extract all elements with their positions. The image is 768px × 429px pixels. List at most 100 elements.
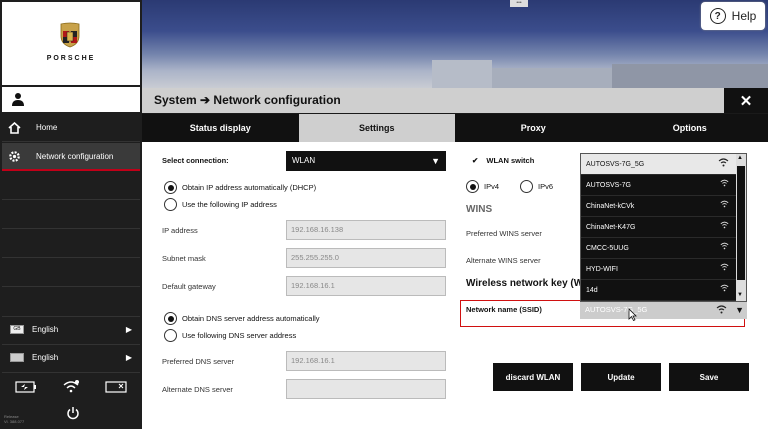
ssid-option-label: AUTOSVS-7G_5G: [586, 161, 645, 168]
scroll-up-icon[interactable]: ▲: [737, 155, 743, 161]
porsche-crest-icon: [60, 22, 80, 48]
vci-device-icon[interactable]: [105, 380, 127, 393]
ssid-option[interactable]: HYD-WIFI: [581, 259, 737, 280]
ip-manual-radio[interactable]: [164, 198, 177, 211]
wins-heading: WINS: [466, 204, 493, 215]
save-button[interactable]: Save: [669, 363, 749, 391]
ipv6-radio[interactable]: [520, 180, 533, 193]
page-title: System ➔ Network configuration: [154, 93, 341, 107]
porsche-logo: PORSCHE: [2, 2, 140, 85]
ssid-option-label: ChinaNet-K47G: [586, 224, 636, 231]
close-button[interactable]: ✕: [724, 88, 768, 113]
ip-auto-label: Obtain IP address automatically (DHCP): [182, 183, 317, 192]
ssid-option[interactable]: CMCC-5UUG: [581, 238, 737, 259]
sidebar: PORSCHE Home Network configuration GB En…: [0, 0, 142, 429]
help-button[interactable]: ? Help: [701, 2, 765, 30]
ssid-option-label: 14d: [586, 287, 598, 294]
dns-auto-radio[interactable]: [164, 312, 177, 325]
sidebar-item-network-configuration[interactable]: Network configuration: [2, 143, 140, 171]
subnet-mask-field[interactable]: 255.255.255.0: [286, 248, 446, 268]
tab-options[interactable]: Options: [612, 114, 768, 142]
subnet-mask-label: Subnet mask: [162, 254, 206, 263]
mouse-cursor-icon: [628, 308, 637, 321]
wifi-icon: [718, 158, 729, 167]
ipv6-label: IPv6: [538, 182, 554, 191]
chevron-down-icon: ▼: [735, 305, 744, 315]
logo-wordmark: PORSCHE: [46, 55, 96, 62]
wlan-switch-label: WLAN switch: [486, 156, 535, 165]
ssid-option[interactable]: AUTOSVS-7G: [581, 175, 737, 196]
tab-settings[interactable]: Settings: [298, 114, 455, 142]
alternate-dns-label: Alternate DNS server: [162, 385, 233, 394]
ipv4-radio[interactable]: [466, 180, 479, 193]
ssid-dropdown-list: AUTOSVS-7G_5G AUTOSVS-7G ChinaNet-kCVk C…: [580, 153, 747, 302]
wireless-key-label: Wireless network key (W: [466, 278, 584, 289]
ipv4-label: IPv4: [484, 182, 500, 191]
ssid-option[interactable]: AUTOSVS-7G_5G: [581, 154, 737, 175]
preferred-dns-field[interactable]: 192.168.16.1: [286, 351, 446, 371]
wifi-icon[interactable]: [62, 380, 80, 393]
keyboard-language-label: English: [32, 353, 59, 362]
connection-value: WLAN: [292, 156, 316, 165]
wlan-switch-checkbox[interactable]: ✔ WLAN switch: [472, 156, 534, 165]
tab-status-display[interactable]: Status display: [142, 114, 299, 142]
ssid-option-label: HYD-WIFI: [586, 266, 618, 273]
ssid-scrollbar[interactable]: ▲ ▼: [736, 154, 746, 301]
sidebar-empty-slot: [2, 201, 140, 229]
dns-manual-radio[interactable]: [164, 329, 177, 342]
ip-address-label: IP address: [162, 226, 198, 235]
chevron-right-icon: ▶: [125, 325, 132, 334]
sidebar-item-label: Network configuration: [36, 151, 114, 161]
ip-auto-radio[interactable]: [164, 181, 177, 194]
ip-address-field[interactable]: 192.168.16.138: [286, 220, 446, 240]
power-icon[interactable]: [66, 406, 80, 420]
footer: Release Vl. 388.077: [2, 400, 140, 429]
scrollbar-thumb[interactable]: [737, 166, 745, 280]
drag-handle[interactable]: •••: [510, 0, 528, 7]
title-bar: System ➔ Network configuration ✕: [142, 88, 768, 113]
sidebar-empty-slot: [2, 230, 140, 258]
ssid-option-label: CMCC-5UUG: [586, 245, 629, 252]
wifi-icon: [720, 263, 729, 271]
sidebar-empty-slot: [2, 172, 140, 200]
select-connection-label: Select connection:: [162, 156, 229, 165]
keyboard-icon: [10, 353, 24, 362]
wifi-icon: [720, 200, 729, 208]
chevron-right-icon: ▶: [125, 353, 132, 362]
home-icon: [2, 121, 26, 134]
preferred-wins-label: Preferred WINS server: [466, 229, 542, 238]
ssid-select[interactable]: AUTOSVS-7G_5G ▼: [580, 301, 747, 319]
battery-icon[interactable]: [15, 380, 37, 393]
scroll-down-icon[interactable]: ▼: [737, 292, 743, 298]
language-label: English: [32, 325, 59, 334]
dns-auto-label: Obtain DNS server address automatically: [182, 314, 320, 323]
alternate-dns-field[interactable]: [286, 379, 446, 399]
close-icon: ✕: [739, 92, 753, 110]
tab-bar: Status display Settings Proxy Options: [142, 114, 768, 142]
settings-panel: Select connection: WLAN ▼ Obtain IP addr…: [142, 142, 768, 429]
default-gateway-label: Default gateway: [162, 282, 216, 291]
update-button[interactable]: Update: [581, 363, 661, 391]
keyboard-language-selector[interactable]: English ▶: [2, 344, 140, 370]
help-icon: ?: [709, 8, 726, 24]
chevron-down-icon: ▼: [431, 156, 440, 166]
default-gateway-field[interactable]: 192.168.16.1: [286, 276, 446, 296]
ssid-option[interactable]: 14d: [581, 280, 737, 301]
header-background-image: [142, 0, 768, 88]
status-bar: [2, 372, 140, 400]
dns-manual-label: Use following DNS server address: [182, 331, 297, 340]
sidebar-item-home[interactable]: Home: [2, 114, 140, 142]
tab-proxy[interactable]: Proxy: [455, 114, 612, 142]
checkmark-icon: ✔: [472, 156, 479, 165]
language-selector[interactable]: GB English ▶: [2, 316, 140, 342]
wifi-icon: [720, 242, 729, 250]
wifi-icon: [716, 305, 727, 314]
wifi-icon: [720, 221, 729, 229]
wifi-icon: [720, 179, 729, 187]
ssid-option[interactable]: ChinaNet-kCVk: [581, 196, 737, 217]
connection-select[interactable]: WLAN ▼: [286, 151, 446, 171]
user-button[interactable]: [2, 87, 140, 112]
ssid-option[interactable]: ChinaNet-K47G: [581, 217, 737, 238]
wifi-icon: [720, 284, 729, 292]
discard-wlan-button[interactable]: discard WLAN: [493, 363, 573, 391]
